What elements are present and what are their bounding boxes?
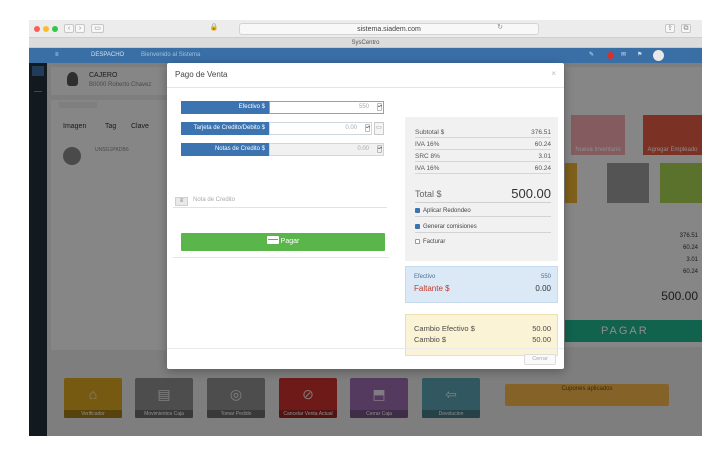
aplicar-redondeo-checkbox[interactable]: Aplicar Redondeo [415,206,551,217]
card-terminal-button[interactable]: ▭ [374,122,384,135]
divider [167,87,564,88]
payment-modal: Pago de Venta × Efectivo $ 550 ▴▾ Tarjet… [167,63,564,369]
faltante-row: Faltante $0.00 [414,284,551,293]
summary-row: Subtotal $376.51 [415,129,551,138]
back-icon[interactable]: ‹ [64,24,74,33]
mail-icon[interactable]: ✉ [621,48,626,63]
facturar-checkbox[interactable]: Facturar [415,237,551,248]
cambio-summary: Cambio Efectivo $50.00 Cambio $50.00 [405,314,558,356]
share-icon[interactable]: ⇪ [665,24,675,33]
tab-title: SysCentro [351,40,380,46]
summary-row: IVA 16% 60.24 [415,141,551,150]
browser-window: ‹ › ▭ 🔒 sistema.siadem.com ↻ ⇪ ⧉ SysCent… [29,20,702,436]
notas-input[interactable]: 0.00 [269,143,384,156]
header-welcome: Bienvenido al Sistema [141,52,201,58]
checkbox-checked-icon [415,223,420,229]
divider [167,348,564,349]
total-row: Total $ 500.00 [415,185,551,203]
header-module[interactable]: DESPACHO [91,48,124,63]
checkbox-unchecked-icon [415,238,420,244]
nota-credito-row: ≡ Nota de Credito [173,195,387,208]
credit-card-icon [266,236,279,244]
cambio-row: Cambio $50.00 [414,335,551,344]
tab-strip[interactable]: SysCentro [29,38,702,48]
label-notas: Notas de Credito $ [181,143,269,156]
total-value: 500.00 [511,186,551,201]
forward-icon[interactable]: › [75,24,85,33]
efectivo-input[interactable]: 550 [269,101,384,114]
lock-icon: 🔒 [209,24,219,31]
notification-badge[interactable] [607,52,614,59]
menu-icon[interactable]: ≡ [55,48,59,63]
url-text: sistema.siadem.com [357,26,421,33]
app-header: ≡ DESPACHO Bienvenido al Sistema ✎ ✉ ⚑ [29,48,702,63]
notas-spinner[interactable]: ▴▾ [377,145,382,153]
cerrar-button[interactable]: Cerrar [524,354,556,365]
tarjeta-spinner[interactable]: ▴▾ [365,124,370,132]
wrench-icon[interactable]: ✎ [589,48,594,63]
label-efectivo: Efectivo $ [181,101,269,114]
zoom-window-icon[interactable] [52,26,58,32]
sidebar-toggle-icon[interactable]: ▭ [91,24,104,33]
nota-credito-input[interactable]: Nota de Credito [193,197,235,203]
efectivo-row: Efectivo 550 [414,274,551,280]
cambio-efectivo-row: Cambio Efectivo $50.00 [414,324,551,333]
tabs-icon[interactable]: ⧉ [681,24,691,33]
pagar-modal-button[interactable]: Pagar [181,233,385,251]
close-icon[interactable]: × [551,69,556,78]
minimize-window-icon[interactable] [43,26,49,32]
efectivo-spinner[interactable]: ▴▾ [377,103,382,111]
browser-toolbar: ‹ › ▭ 🔒 sistema.siadem.com ↻ ⇪ ⧉ [29,20,702,38]
summary-row: IVA 16% 60.24 [415,165,551,174]
summary-panel: Subtotal $376.51 IVA 16% 60.24 SRC 8% 3.01… [405,117,558,261]
avatar[interactable] [653,50,664,61]
pagar-label: Pagar [280,238,300,245]
close-window-icon[interactable] [34,26,40,32]
efectivo-summary: Efectivo 550 Faltante $0.00 [405,266,558,303]
total-label: Total $ [415,189,442,199]
modal-title: Pago de Venta [175,70,228,79]
summary-row: SRC 8% 3.01 [415,153,551,162]
url-bar[interactable]: sistema.siadem.com [239,23,539,35]
checkbox-checked-icon [415,207,420,213]
list-icon: ≡ [175,197,188,206]
reload-icon[interactable]: ↻ [495,24,505,33]
flag-icon[interactable]: ⚑ [637,48,642,63]
divider [173,257,389,258]
generar-comisiones-checkbox[interactable]: Generar comisiones [415,222,551,233]
label-tarjeta: Tarjeta de Credito/Debito $ [181,122,269,135]
tarjeta-input[interactable]: 0.00 [269,122,372,135]
